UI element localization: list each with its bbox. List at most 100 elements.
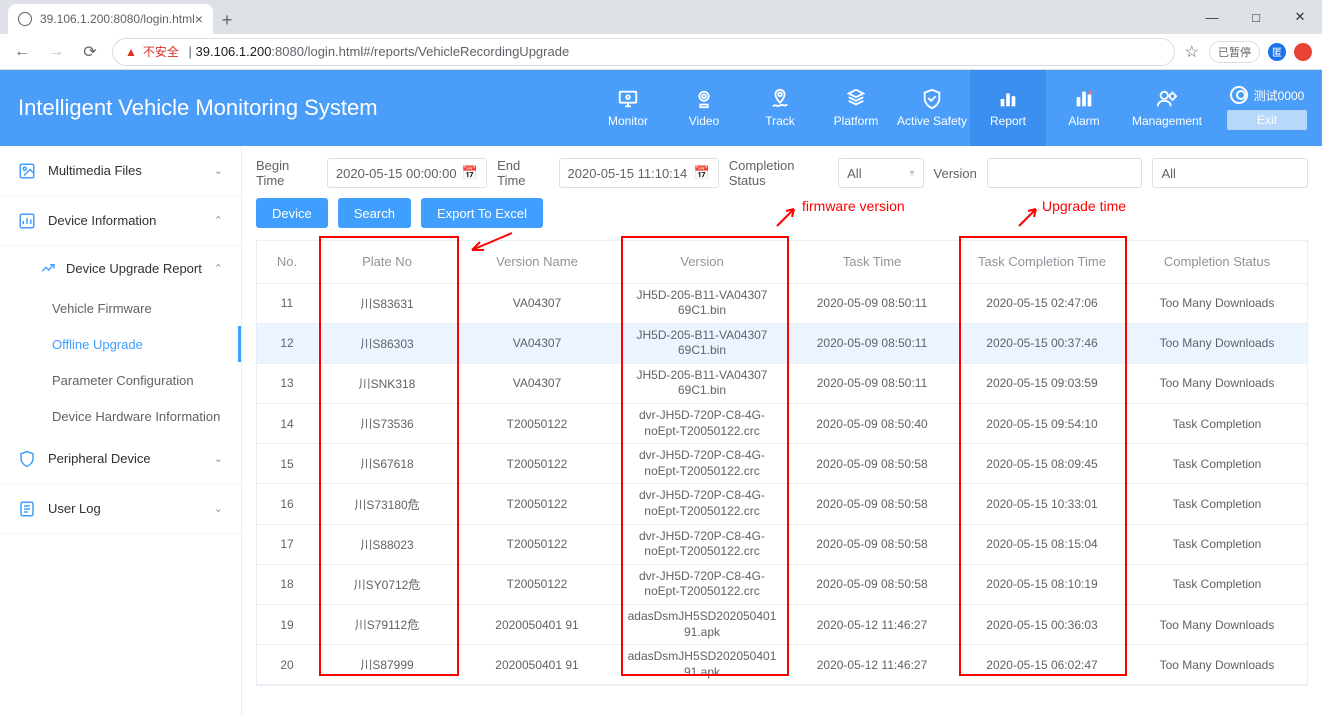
table-row[interactable]: 14川S73536T20050122dvr-JH5D-720P-C8-4G-no… [257, 404, 1307, 444]
close-window-button[interactable]: ✕ [1278, 9, 1322, 25]
profile-avatar[interactable]: 匿 [1268, 43, 1286, 61]
new-tab-button[interactable]: + [213, 6, 241, 34]
table-cell: 川S73536 [317, 404, 457, 444]
maximize-button[interactable]: □ [1234, 10, 1278, 25]
completion-status-select[interactable]: All▾ [838, 158, 923, 188]
table-cell: JH5D-205-B11-VA04307 69C1.bin [617, 323, 787, 363]
table-row[interactable]: 18川SY0712危T20050122dvr-JH5D-720P-C8-4G-n… [257, 564, 1307, 604]
table-cell: JH5D-205-B11-VA04307 69C1.bin [617, 363, 787, 403]
sidebar-item-device-upgrade[interactable]: Device Upgrade Report ⌃ [0, 246, 241, 290]
nav-alarm[interactable]: Alarm [1046, 70, 1122, 146]
globe-icon [18, 12, 32, 26]
column-header: Plate No [317, 241, 457, 283]
calendar-icon: 📅 [462, 165, 478, 181]
table-cell: Too Many Downloads [1127, 605, 1307, 645]
version-input[interactable] [987, 158, 1143, 188]
table-cell: Too Many Downloads [1127, 363, 1307, 403]
sidebar-item-device-hardware[interactable]: Device Hardware Information [0, 398, 241, 434]
table-cell: T20050122 [457, 484, 617, 524]
table-cell: dvr-JH5D-720P-C8-4G-noEpt-T20050122.crc [617, 404, 787, 444]
star-icon[interactable]: ☆ [1185, 42, 1199, 62]
table-cell: dvr-JH5D-720P-C8-4G-noEpt-T20050122.crc [617, 444, 787, 484]
nav-report[interactable]: Report [970, 70, 1046, 146]
nav-video[interactable]: Video [666, 70, 742, 146]
sidebar-item-device-info[interactable]: Device Information ⌃ [0, 196, 241, 246]
begin-time-label: Begin Time [256, 158, 317, 188]
table-row[interactable]: 12川S86303VA04307JH5D-205-B11-VA04307 69C… [257, 323, 1307, 363]
device-button[interactable]: Device [256, 198, 328, 228]
column-header: Task Completion Time [957, 241, 1127, 283]
version-label: Version [934, 166, 977, 181]
close-tab-icon[interactable]: × [195, 11, 203, 27]
nav-platform[interactable]: Platform [818, 70, 894, 146]
paused-pill[interactable]: 已暂停 [1209, 41, 1260, 63]
search-button[interactable]: Search [338, 198, 411, 228]
browser-chrome: 39.106.1.200:8080/login.html × + — □ ✕ ←… [0, 0, 1322, 70]
column-header: Version [617, 241, 787, 283]
table-row[interactable]: 17川S88023T20050122dvr-JH5D-720P-C8-4G-no… [257, 524, 1307, 564]
begin-time-input[interactable]: 2020-05-15 00:00:00📅 [327, 158, 487, 188]
table-cell: 2020-05-15 09:54:10 [957, 404, 1127, 444]
nav-monitor[interactable]: Monitor [590, 70, 666, 146]
tab-title: 39.106.1.200:8080/login.html [40, 12, 195, 26]
version-all-input[interactable]: All [1152, 158, 1308, 188]
reload-button[interactable]: ⟳ [78, 40, 102, 64]
chart-icon [996, 88, 1020, 110]
table-cell: T20050122 [457, 444, 617, 484]
chevron-down-icon: ⌄ [214, 164, 223, 177]
table-row[interactable]: 13川SNK318VA04307JH5D-205-B11-VA04307 69C… [257, 363, 1307, 403]
url-field[interactable]: ▲ 不安全 | 39.106.1.200:8080/login.html#/re… [112, 38, 1175, 66]
chevron-up-icon: ⌃ [214, 262, 223, 275]
address-bar: ← → ⟳ ▲ 不安全 | 39.106.1.200:8080/login.ht… [0, 34, 1322, 70]
nav-track[interactable]: Track [742, 70, 818, 146]
end-time-input[interactable]: 2020-05-15 11:10:14📅 [559, 158, 719, 188]
table-cell: 2020-05-15 02:47:06 [957, 283, 1127, 323]
warning-icon: ▲ [125, 45, 137, 59]
minimize-button[interactable]: — [1190, 10, 1234, 25]
table-cell: 2020050401 91 [457, 645, 617, 685]
nav-management[interactable]: Management [1122, 70, 1212, 146]
calendar-icon: 📅 [694, 165, 710, 181]
table-cell: 2020-05-09 08:50:58 [787, 444, 957, 484]
image-icon [18, 162, 36, 180]
table-row[interactable]: 15川S67618T20050122dvr-JH5D-720P-C8-4G-no… [257, 444, 1307, 484]
table-cell: 16 [257, 484, 317, 524]
table-cell: 2020-05-09 08:50:11 [787, 283, 957, 323]
url-host: 39.106.1.200 [196, 44, 272, 59]
nav-active-safety[interactable]: Active Safety [894, 70, 970, 146]
video-icon [692, 88, 716, 110]
sidebar-item-multimedia[interactable]: Multimedia Files ⌄ [0, 146, 241, 196]
back-button[interactable]: ← [10, 40, 34, 64]
table-cell: 川S86303 [317, 323, 457, 363]
table-row[interactable]: 11川S83631VA04307JH5D-205-B11-VA04307 69C… [257, 283, 1307, 323]
chevron-down-icon: ⌄ [214, 502, 223, 515]
sidebar-item-vehicle-firmware[interactable]: Vehicle Firmware [0, 290, 241, 326]
sidebar-item-peripheral[interactable]: Peripheral Device ⌄ [0, 434, 241, 484]
table-cell: 2020-05-15 09:03:59 [957, 363, 1127, 403]
completion-status-label: Completion Status [729, 158, 828, 188]
sidebar-item-parameter-config[interactable]: Parameter Configuration [0, 362, 241, 398]
forward-button[interactable]: → [44, 40, 68, 64]
table-row[interactable]: 20川S879992020050401 91adasDsmJH5SD202050… [257, 645, 1307, 685]
exit-button[interactable]: Exit [1227, 110, 1307, 130]
window-controls: — □ ✕ [1190, 0, 1322, 34]
sidebar-item-user-log[interactable]: User Log ⌄ [0, 484, 241, 534]
table-cell: Too Many Downloads [1127, 283, 1307, 323]
export-excel-button[interactable]: Export To Excel [421, 198, 543, 228]
browser-tab[interactable]: 39.106.1.200:8080/login.html × [8, 4, 213, 34]
table-cell: 川S83631 [317, 283, 457, 323]
avatar-icon [1230, 86, 1248, 104]
table-row[interactable]: 19川S79112危2020050401 91adasDsmJH5SD20205… [257, 605, 1307, 645]
table-cell: Task Completion [1127, 524, 1307, 564]
extension-icon[interactable] [1294, 43, 1312, 61]
table-cell: 川S67618 [317, 444, 457, 484]
table-cell: 17 [257, 524, 317, 564]
management-icon [1155, 88, 1179, 110]
column-header: Completion Status [1127, 241, 1307, 283]
tab-bar: 39.106.1.200:8080/login.html × + — □ ✕ [0, 0, 1322, 34]
table-cell: 2020-05-15 08:10:19 [957, 564, 1127, 604]
table-row[interactable]: 16川S73180危T20050122dvr-JH5D-720P-C8-4G-n… [257, 484, 1307, 524]
sidebar-item-offline-upgrade[interactable]: Offline Upgrade [0, 326, 241, 362]
sidebar: Multimedia Files ⌄ Device Information ⌃ … [0, 146, 242, 717]
dashboard-icon [18, 212, 36, 230]
